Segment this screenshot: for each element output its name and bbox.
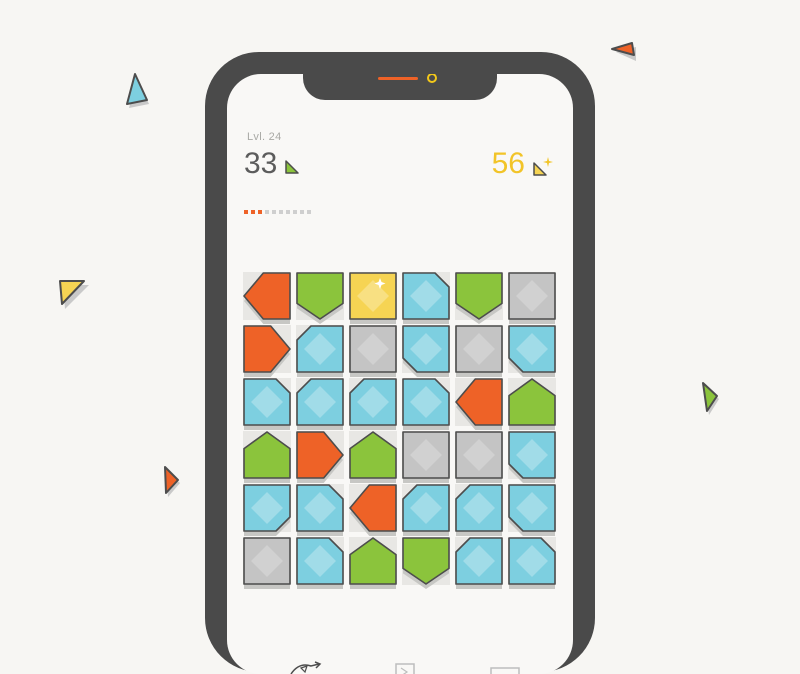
blue-triangle-icon — [126, 73, 149, 108]
star-counter: 56 — [491, 147, 525, 180]
tile-yellow-square[interactable] — [349, 272, 397, 324]
tile-green-arrow-up[interactable] — [349, 431, 397, 483]
progress-dot — [307, 210, 311, 214]
level-progress — [244, 210, 311, 214]
orange-small-triangle-icon — [164, 466, 180, 497]
tile-blue-cut-tl[interactable] — [455, 537, 503, 589]
progress-dot — [244, 210, 248, 214]
tile-orange-arrow-right[interactable] — [243, 325, 291, 377]
tile-blue-cut-tr[interactable] — [296, 484, 344, 536]
tile-blue-cut-tl[interactable] — [455, 484, 503, 536]
undo-icon[interactable] — [285, 660, 325, 674]
tile-green-arrow-up[interactable] — [508, 378, 556, 430]
hint-icon[interactable] — [392, 660, 422, 674]
tile-orange-arrow-left[interactable] — [349, 484, 397, 536]
tile-blue-cut-tr[interactable] — [402, 378, 450, 430]
tile-gray-square[interactable] — [243, 537, 291, 589]
tile-blue-cut-br[interactable] — [243, 484, 291, 536]
tile-green-arrow-up[interactable] — [349, 537, 397, 589]
tile-blue-cut-bl[interactable] — [508, 325, 556, 377]
phone-notch — [303, 74, 497, 100]
speaker-grille — [378, 77, 418, 80]
phone-frame: Lvl. 24 33 56 — [205, 52, 595, 674]
tile-blue-cut-tr[interactable] — [508, 537, 556, 589]
progress-dot — [286, 210, 290, 214]
triangle-moves-icon — [285, 160, 299, 174]
tile-gray-square[interactable] — [508, 272, 556, 324]
tile-green-arrow-down[interactable] — [402, 537, 450, 589]
yellow-triangle-icon — [59, 280, 89, 309]
tile-blue-cut-tr[interactable] — [243, 378, 291, 430]
tile-blue-cut-tl[interactable] — [402, 484, 450, 536]
game-board — [243, 272, 556, 589]
tile-blue-cut-tl[interactable] — [296, 325, 344, 377]
tile-gray-square[interactable] — [455, 325, 503, 377]
green-triangle-icon — [702, 382, 719, 415]
game-screen: Lvl. 24 33 56 — [227, 74, 573, 674]
level-label: Lvl. 24 — [247, 131, 282, 143]
tile-blue-cut-bl[interactable] — [508, 484, 556, 536]
tile-blue-cut-tl[interactable] — [296, 378, 344, 430]
tile-gray-square[interactable] — [349, 325, 397, 377]
tile-blue-cut-tr[interactable] — [402, 272, 450, 324]
triangle-star-icon — [533, 157, 553, 176]
progress-dot — [251, 210, 255, 214]
orange-triangle-icon — [611, 42, 636, 61]
tile-blue-cut-bl[interactable] — [508, 431, 556, 483]
tile-blue-cut-tl[interactable] — [349, 378, 397, 430]
tile-orange-arrow-left[interactable] — [455, 378, 503, 430]
tile-blue-cut-tr[interactable] — [296, 537, 344, 589]
tile-green-arrow-down[interactable] — [296, 272, 344, 324]
front-camera — [427, 74, 437, 83]
menu-icon[interactable] — [489, 664, 523, 674]
progress-dot — [279, 210, 283, 214]
tile-orange-arrow-right[interactable] — [296, 431, 344, 483]
progress-dot — [293, 210, 297, 214]
tile-green-arrow-down[interactable] — [455, 272, 503, 324]
tile-gray-square[interactable] — [402, 431, 450, 483]
progress-dot — [300, 210, 304, 214]
tile-green-arrow-up[interactable] — [243, 431, 291, 483]
progress-dot — [258, 210, 262, 214]
moves-remaining: 33 — [244, 147, 278, 180]
tile-gray-square[interactable] — [455, 431, 503, 483]
tile-blue-cut-bl[interactable] — [402, 325, 450, 377]
tile-orange-arrow-left[interactable] — [243, 272, 291, 324]
progress-dot — [272, 210, 276, 214]
progress-dot — [265, 210, 269, 214]
